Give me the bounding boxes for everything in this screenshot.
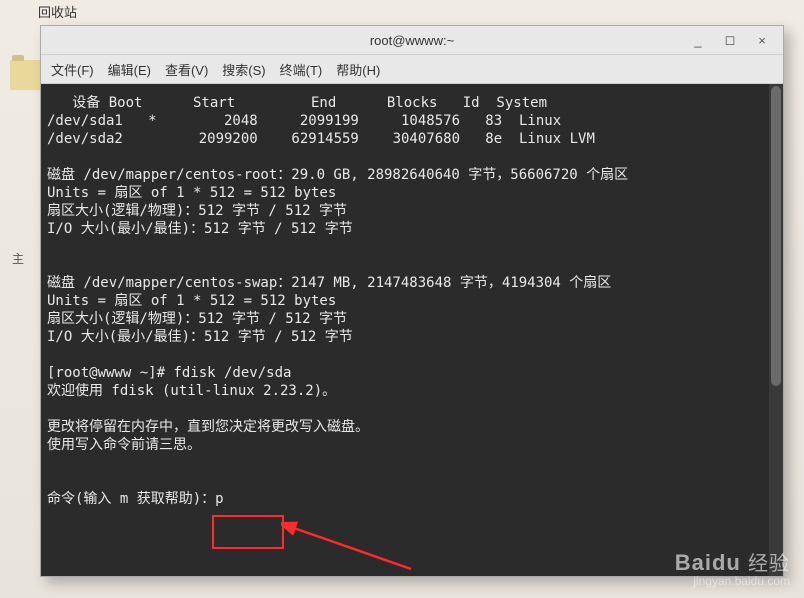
watermark-brand-cn: 经验	[748, 553, 790, 575]
menu-bar: 文件(F) 编辑(E) 查看(V) 搜索(S) 终端(T) 帮助(H)	[41, 55, 783, 84]
menu-help[interactable]: 帮助(H)	[336, 60, 380, 79]
window-titlebar[interactable]: root@wwww:~ _ ◻ ×	[41, 26, 783, 55]
menu-view[interactable]: 查看(V)	[165, 60, 208, 79]
minimize-button[interactable]: _	[691, 33, 705, 47]
highlight-box	[212, 515, 284, 549]
scrollbar-thumb[interactable]	[771, 86, 781, 386]
close-button[interactable]: ×	[755, 33, 769, 47]
partial-shortcut-label: 主	[12, 250, 24, 267]
maximize-button[interactable]: ◻	[723, 33, 737, 47]
watermark-url: jingyan.baidu.com	[675, 574, 790, 588]
terminal-area[interactable]: 设备 Boot Start End Blocks Id System /dev/…	[41, 84, 783, 576]
annotation-arrow	[281, 499, 421, 576]
menu-file[interactable]: 文件(F)	[51, 60, 94, 79]
recycle-bin-label[interactable]: 回收站	[38, 2, 77, 21]
menu-terminal[interactable]: 终端(T)	[280, 60, 323, 79]
menu-edit[interactable]: 编辑(E)	[108, 60, 151, 79]
scrollbar-track	[769, 84, 783, 576]
watermark: Baidu 经验 jingyan.baidu.com	[675, 547, 790, 588]
terminal-output: 设备 Boot Start End Blocks Id System /dev/…	[47, 95, 628, 507]
watermark-brand-en: Baidu	[675, 550, 741, 575]
terminal-window: root@wwww:~ _ ◻ × 文件(F) 编辑(E) 查看(V) 搜索(S…	[40, 25, 784, 577]
window-title: root@wwww:~	[370, 33, 454, 48]
window-controls: _ ◻ ×	[691, 26, 777, 54]
menu-search[interactable]: 搜索(S)	[222, 60, 265, 79]
desktop-background: 回收站 主 root@wwww:~ _ ◻ × 文件(F) 编辑(E) 查看(V…	[0, 0, 804, 598]
